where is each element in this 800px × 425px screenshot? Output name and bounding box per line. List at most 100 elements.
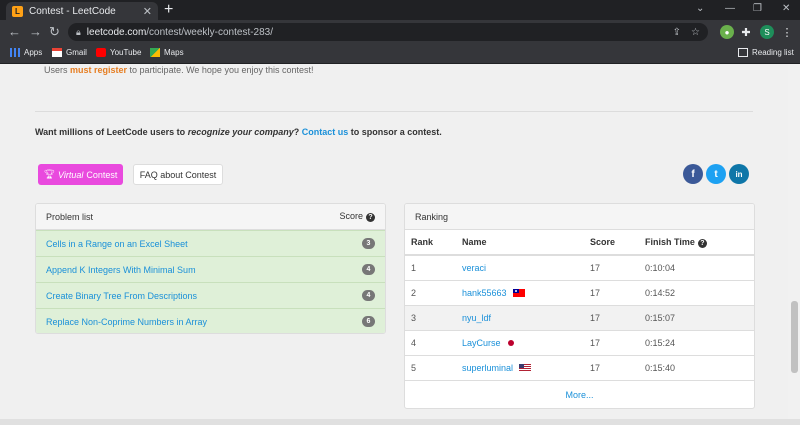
chevron-down-icon[interactable]: ⌄ — [696, 3, 704, 14]
profile-avatar[interactable]: S — [760, 25, 774, 39]
virtual-contest-button[interactable]: 🏆︎ Virtual Contest — [38, 164, 123, 185]
reading-list-label: Reading list — [752, 48, 794, 57]
ranking-table: Rank Name Score Finish Time? 1 veraci 17… — [405, 230, 754, 380]
user-link[interactable]: hank55663 — [462, 288, 507, 298]
bookmark-apps[interactable]: Apps — [10, 48, 42, 57]
faq-button[interactable]: FAQ about Contest — [133, 164, 223, 185]
virtual-label: Virtual — [58, 169, 84, 180]
user-link[interactable]: LayCurse — [462, 338, 501, 348]
rank-cell: 4 — [405, 329, 456, 355]
problem-row[interactable]: Replace Non-Coprime Numbers in Array 6 — [36, 308, 385, 333]
problem-row[interactable]: Cells in a Range on an Excel Sheet 3 — [36, 230, 385, 256]
help-icon[interactable]: ? — [697, 238, 707, 248]
url-text: leetcode.com/contest/weekly-contest-283/ — [86, 26, 274, 38]
notice-text: Users — [44, 65, 71, 75]
close-tab-icon[interactable]: ✕ — [143, 5, 152, 18]
minimize-icon[interactable]: — — [725, 3, 735, 14]
tab-title: Contest - LeetCode — [29, 5, 116, 17]
contest-label: Contest — [86, 169, 118, 180]
user-link[interactable]: superluminal — [462, 363, 513, 373]
register-link[interactable]: must register — [70, 65, 127, 75]
problem-row[interactable]: Create Binary Tree From Descriptions 4 — [36, 282, 385, 308]
reading-list-button[interactable]: Reading list — [738, 48, 794, 57]
problem-row[interactable]: Append K Integers With Minimal Sum 4 — [36, 256, 385, 282]
ranking-title: Ranking — [415, 211, 449, 222]
sponsor-italic: recognize your company — [187, 127, 294, 137]
bookmark-label: Apps — [24, 48, 43, 57]
page-content: Users must register to participate. We h… — [0, 64, 788, 419]
problem-list-header: Problem list Score? — [36, 204, 385, 230]
bookmark-gmail[interactable]: Gmail — [52, 48, 87, 57]
lock-icon: 🔒︎ — [76, 26, 81, 37]
window-bottom-edge — [0, 419, 800, 425]
close-window-icon[interactable]: ✕ — [782, 3, 790, 14]
problem-link[interactable]: Append K Integers With Minimal Sum — [46, 265, 196, 275]
table-row: 5 superluminal 17 0:15:40 — [405, 354, 754, 380]
score-column-header: Score — [584, 230, 639, 256]
table-row: 3 nyu_ldf 17 0:15:07 — [405, 304, 754, 330]
finish-time-cell: 0:15:40 — [639, 354, 754, 380]
facebook-icon[interactable]: f — [683, 164, 703, 184]
score-header-label: Score — [339, 211, 363, 221]
problem-link[interactable]: Create Binary Tree From Descriptions — [46, 291, 197, 301]
gmail-icon — [52, 48, 62, 57]
leetcode-favicon-icon: L — [12, 5, 23, 17]
name-cell: nyu_ldf — [456, 304, 584, 330]
bookmark-label: YouTube — [110, 48, 142, 57]
name-cell: superluminal — [456, 354, 584, 380]
bookmark-maps[interactable]: Maps — [150, 48, 184, 57]
name-cell: LayCurse — [456, 329, 584, 355]
problem-list-title: Problem list — [46, 211, 94, 222]
reading-list-icon — [738, 48, 748, 57]
rank-column-header: Rank — [405, 230, 456, 256]
sponsor-text-part: ? — [293, 127, 302, 137]
rank-cell: 1 — [405, 254, 456, 280]
problem-link[interactable]: Replace Non-Coprime Numbers in Array — [46, 317, 207, 327]
more-menu-icon[interactable]: ⋮ — [780, 25, 794, 39]
problem-link[interactable]: Cells in a Range on an Excel Sheet — [46, 239, 188, 249]
share-icon[interactable]: ⇪ — [673, 27, 681, 38]
reload-icon[interactable]: ↻ — [49, 24, 60, 40]
ranking-panel: Ranking Rank Name Score Finish Time? 1 v… — [404, 203, 755, 409]
address-bar[interactable]: 🔒︎ leetcode.com/contest/weekly-contest-2… — [68, 23, 708, 41]
contact-us-link[interactable]: Contact us — [302, 127, 349, 137]
score-cell: 17 — [584, 279, 639, 305]
browser-tab[interactable]: L Contest - LeetCode ✕ — [6, 2, 158, 20]
scrollbar-thumb[interactable] — [791, 301, 798, 373]
table-row: 2 hank55663 17 0:14:52 — [405, 279, 754, 305]
new-tab-icon[interactable]: + — [164, 2, 173, 18]
register-notice: Users must register to participate. We h… — [44, 65, 314, 75]
ranking-header: Ranking — [405, 204, 754, 230]
bookmarks-bar: Apps Gmail YouTube Maps Reading list — [0, 44, 800, 64]
trophy-icon: 🏆︎ — [43, 169, 56, 179]
sponsor-text-part: Want millions of LeetCode users to — [35, 127, 188, 137]
restore-icon[interactable]: ❐ — [753, 3, 762, 14]
sponsor-text: Want millions of LeetCode users to recog… — [35, 127, 442, 137]
ranking-header-row: Rank Name Score Finish Time? — [405, 230, 754, 256]
back-arrow-icon[interactable]: ← — [8, 24, 21, 40]
bookmark-star-icon[interactable]: ☆ — [691, 27, 700, 38]
linkedin-icon[interactable]: in — [729, 164, 749, 184]
taiwan-flag-icon — [512, 289, 525, 298]
finish-time-cell: 0:15:24 — [639, 329, 754, 355]
forward-arrow-icon[interactable]: → — [29, 24, 42, 40]
extensions-puzzle-icon[interactable]: ✚ — [739, 25, 753, 39]
youtube-icon — [96, 48, 106, 57]
problem-score-badge: 4 — [362, 264, 375, 275]
finish-time-label: Finish Time — [645, 236, 695, 247]
twitter-icon[interactable]: t — [706, 164, 726, 184]
table-row: 4 LayCurse 17 0:15:24 — [405, 329, 754, 355]
problem-score-badge: 3 — [362, 238, 375, 249]
user-link[interactable]: veraci — [462, 263, 486, 273]
browser-toolbar: ← → ↻ 🔒︎ leetcode.com/contest/weekly-con… — [0, 20, 800, 44]
problem-score-badge: 6 — [362, 316, 375, 327]
help-icon[interactable]: ? — [366, 213, 375, 222]
rank-cell: 5 — [405, 354, 456, 380]
more-rankings-link[interactable]: More... — [405, 380, 754, 408]
extension-green-icon[interactable]: ● — [720, 25, 734, 39]
bookmark-youtube[interactable]: YouTube — [96, 48, 141, 57]
browser-tab-strip: L Contest - LeetCode ✕ + ⌄ — ❐ ✕ — [0, 0, 800, 20]
problem-score-badge: 4 — [362, 290, 375, 301]
finish-time-cell: 0:15:07 — [639, 304, 754, 330]
user-link[interactable]: nyu_ldf — [462, 313, 491, 323]
